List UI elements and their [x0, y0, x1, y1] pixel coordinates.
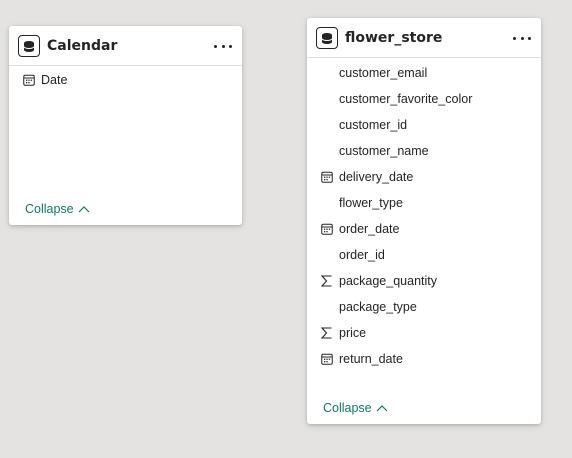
dot-icon	[214, 44, 217, 48]
calendar-icon	[320, 222, 333, 235]
field-row-order-date[interactable]: order_date	[307, 216, 541, 242]
flower-store-collapse-button[interactable]: Collapse	[323, 401, 388, 415]
field-label: customer_email	[339, 66, 428, 80]
table-icon	[316, 27, 338, 49]
dot-icon	[229, 44, 232, 48]
calendar-table-header[interactable]: Calendar	[9, 26, 242, 66]
calendar-icon	[22, 73, 35, 86]
chevron-up-icon	[376, 405, 388, 412]
flower-store-more-options-button[interactable]	[513, 30, 531, 46]
field-label: delivery_date	[339, 170, 414, 184]
field-label: Date	[41, 73, 68, 87]
field-row-package-quantity[interactable]: package_quantity	[307, 268, 541, 294]
field-row-customer-name[interactable]: customer_name	[307, 138, 541, 164]
table-icon	[18, 35, 40, 57]
field-row-package-type[interactable]: package_type	[307, 294, 541, 320]
dot-icon	[221, 44, 225, 48]
field-row-order-id[interactable]: order_id	[307, 242, 541, 268]
field-label: package_type	[339, 300, 417, 314]
field-label: customer_favorite_color	[339, 92, 473, 106]
field-row-flower-type[interactable]: flower_type	[307, 190, 541, 216]
flower-store-table-card[interactable]: flower_store customer_email customer_favo…	[307, 18, 541, 424]
sigma-icon	[320, 274, 333, 287]
field-row-price[interactable]: price	[307, 320, 541, 346]
flower-store-table-header[interactable]: flower_store	[307, 18, 541, 58]
sigma-icon	[320, 326, 333, 339]
chevron-up-icon	[78, 206, 90, 213]
flower-store-table-title: flower_store	[345, 30, 443, 46]
collapse-label: Collapse	[25, 202, 74, 216]
field-row-date[interactable]: Date	[9, 67, 242, 93]
field-label: customer_id	[339, 118, 408, 132]
field-label: flower_type	[339, 196, 403, 210]
dot-icon	[528, 36, 531, 40]
field-row-delivery-date[interactable]: delivery_date	[307, 164, 541, 190]
field-row-customer-favorite-color[interactable]: customer_favorite_color	[307, 86, 541, 112]
calendar-more-options-button[interactable]	[214, 38, 232, 54]
calendar-table-card[interactable]: Calendar Date Collapse	[9, 26, 242, 225]
calendar-icon	[320, 352, 333, 365]
collapse-label: Collapse	[323, 401, 372, 415]
field-label: order_date	[339, 222, 400, 236]
calendar-collapse-button[interactable]: Collapse	[25, 202, 90, 216]
dot-icon	[513, 36, 516, 40]
field-label: price	[339, 326, 367, 340]
field-label: order_id	[339, 248, 385, 262]
field-row-customer-email[interactable]: customer_email	[307, 60, 541, 86]
field-label: customer_name	[339, 144, 429, 158]
calendar-table-title: Calendar	[47, 38, 118, 54]
field-label: return_date	[339, 352, 403, 366]
dot-icon	[520, 36, 524, 40]
field-row-return-date[interactable]: return_date	[307, 346, 541, 372]
field-label: package_quantity	[339, 274, 437, 288]
calendar-icon	[320, 170, 333, 183]
field-row-customer-id[interactable]: customer_id	[307, 112, 541, 138]
